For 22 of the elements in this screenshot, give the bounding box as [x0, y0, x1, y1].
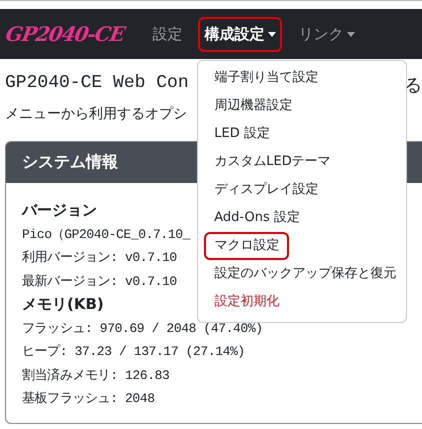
menu-item[interactable]: 設定のバックアップ保存と復元: [204, 260, 406, 288]
menu-item[interactable]: 設定初期化: [204, 288, 290, 316]
info-text: フラッシュ: 970.69 / 2048 (47.40%): [22, 320, 263, 338]
info-text: ヒープ: 37.23 / 137.17 (27.14%): [22, 343, 245, 361]
info-text: 基板フラッシュ: 2048: [22, 390, 155, 408]
nav-link[interactable]: 設定: [146, 16, 188, 52]
menu-item[interactable]: カスタムLEDテーマ: [204, 148, 341, 176]
info-text: 最新バージョン: v0.7.10: [22, 272, 177, 290]
info-text: 利用バージョン: v0.7.10: [22, 249, 177, 267]
logo[interactable]: GP2040-CE: [4, 22, 126, 46]
subtitle: メニューから利用するオプシ: [5, 105, 187, 123]
menu-item[interactable]: Add-Ons 設定: [204, 204, 310, 232]
nav-link[interactable]: リンク: [292, 16, 362, 52]
section-label: メモリ(KB): [22, 294, 104, 315]
info-text: 割当済みメモリ: 126.83: [22, 366, 170, 384]
info-text: Pico（GP2040-CE_0.7.10_: [22, 226, 190, 244]
section-label: バージョン: [22, 200, 97, 221]
page-title: GP2040-CE Web Con: [5, 73, 189, 95]
menu-item[interactable]: 周辺機器設定: [204, 92, 302, 120]
page-title: る: [404, 76, 422, 97]
menu-item[interactable]: マクロ設定: [204, 232, 290, 260]
menu-item[interactable]: 端子割り当て設定: [204, 64, 328, 92]
